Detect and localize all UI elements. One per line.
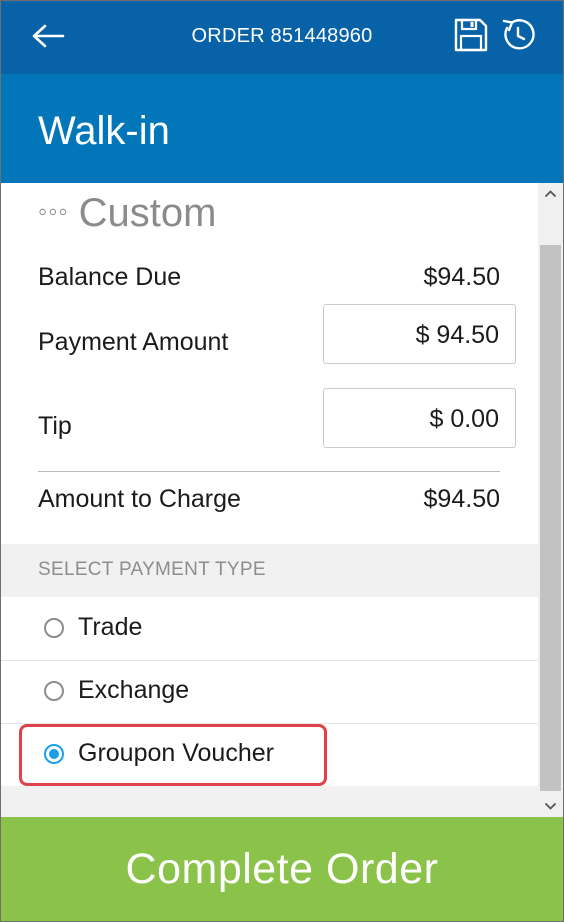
chevron-up-icon (545, 190, 556, 197)
radio-button-selected[interactable] (44, 744, 64, 764)
payment-method-heading: ◦◦◦ Custom (38, 187, 216, 235)
amount-to-charge-label: Amount to Charge (38, 485, 241, 513)
payment-method-name: Custom (78, 191, 217, 235)
radio-button[interactable] (44, 681, 64, 701)
divider (38, 471, 500, 472)
chevron-down-icon (545, 803, 556, 810)
balance-due-value: $94.50 (423, 263, 500, 291)
history-button[interactable] (500, 17, 536, 53)
amount-to-charge-value: $94.50 (423, 485, 500, 513)
payment-type-section-header: SELECT PAYMENT TYPE (1, 544, 538, 597)
payment-option-label: Exchange (78, 676, 190, 704)
ellipsis-icon: ◦◦◦ (38, 196, 69, 226)
panel-footer-spacer (1, 786, 538, 817)
balance-due-label: Balance Due (38, 263, 182, 291)
payment-amount-label: Payment Amount (38, 328, 229, 356)
floppy-disk-icon (454, 18, 488, 52)
payment-option-trade[interactable]: Trade (1, 598, 538, 661)
payment-panel: ◦◦◦ Custom Balance Due $94.50 Payment Amo… (1, 183, 538, 817)
save-button[interactable] (453, 17, 489, 53)
vertical-scrollbar[interactable] (538, 183, 563, 817)
scroll-down-button[interactable] (538, 795, 563, 817)
app-window: ORDER 851448960 Walk-in ◦◦◦ Custom Balanc… (0, 0, 564, 922)
payment-amount-value: $ 94.50 (415, 321, 499, 349)
payment-option-label: Trade (78, 613, 143, 641)
customer-header: Walk-in (1, 74, 563, 183)
customer-name: Walk-in (38, 109, 170, 153)
scrollbar-thumb[interactable] (540, 245, 561, 791)
payment-type-section-title: SELECT PAYMENT TYPE (38, 559, 266, 580)
complete-order-button[interactable]: Complete Order (1, 817, 563, 921)
payment-option-exchange[interactable]: Exchange (1, 661, 538, 724)
scroll-up-button[interactable] (538, 183, 563, 205)
clock-icon (502, 19, 535, 50)
tip-label: Tip (38, 412, 72, 440)
payment-option-label: Groupon Voucher (78, 739, 274, 767)
tip-value: $ 0.00 (429, 405, 499, 433)
payment-option-groupon-voucher[interactable]: Groupon Voucher (1, 724, 538, 786)
radio-button[interactable] (44, 618, 64, 638)
tip-input[interactable]: $ 0.00 (323, 388, 516, 448)
top-bar: ORDER 851448960 (1, 1, 563, 74)
payment-amount-input[interactable]: $ 94.50 (323, 304, 516, 364)
